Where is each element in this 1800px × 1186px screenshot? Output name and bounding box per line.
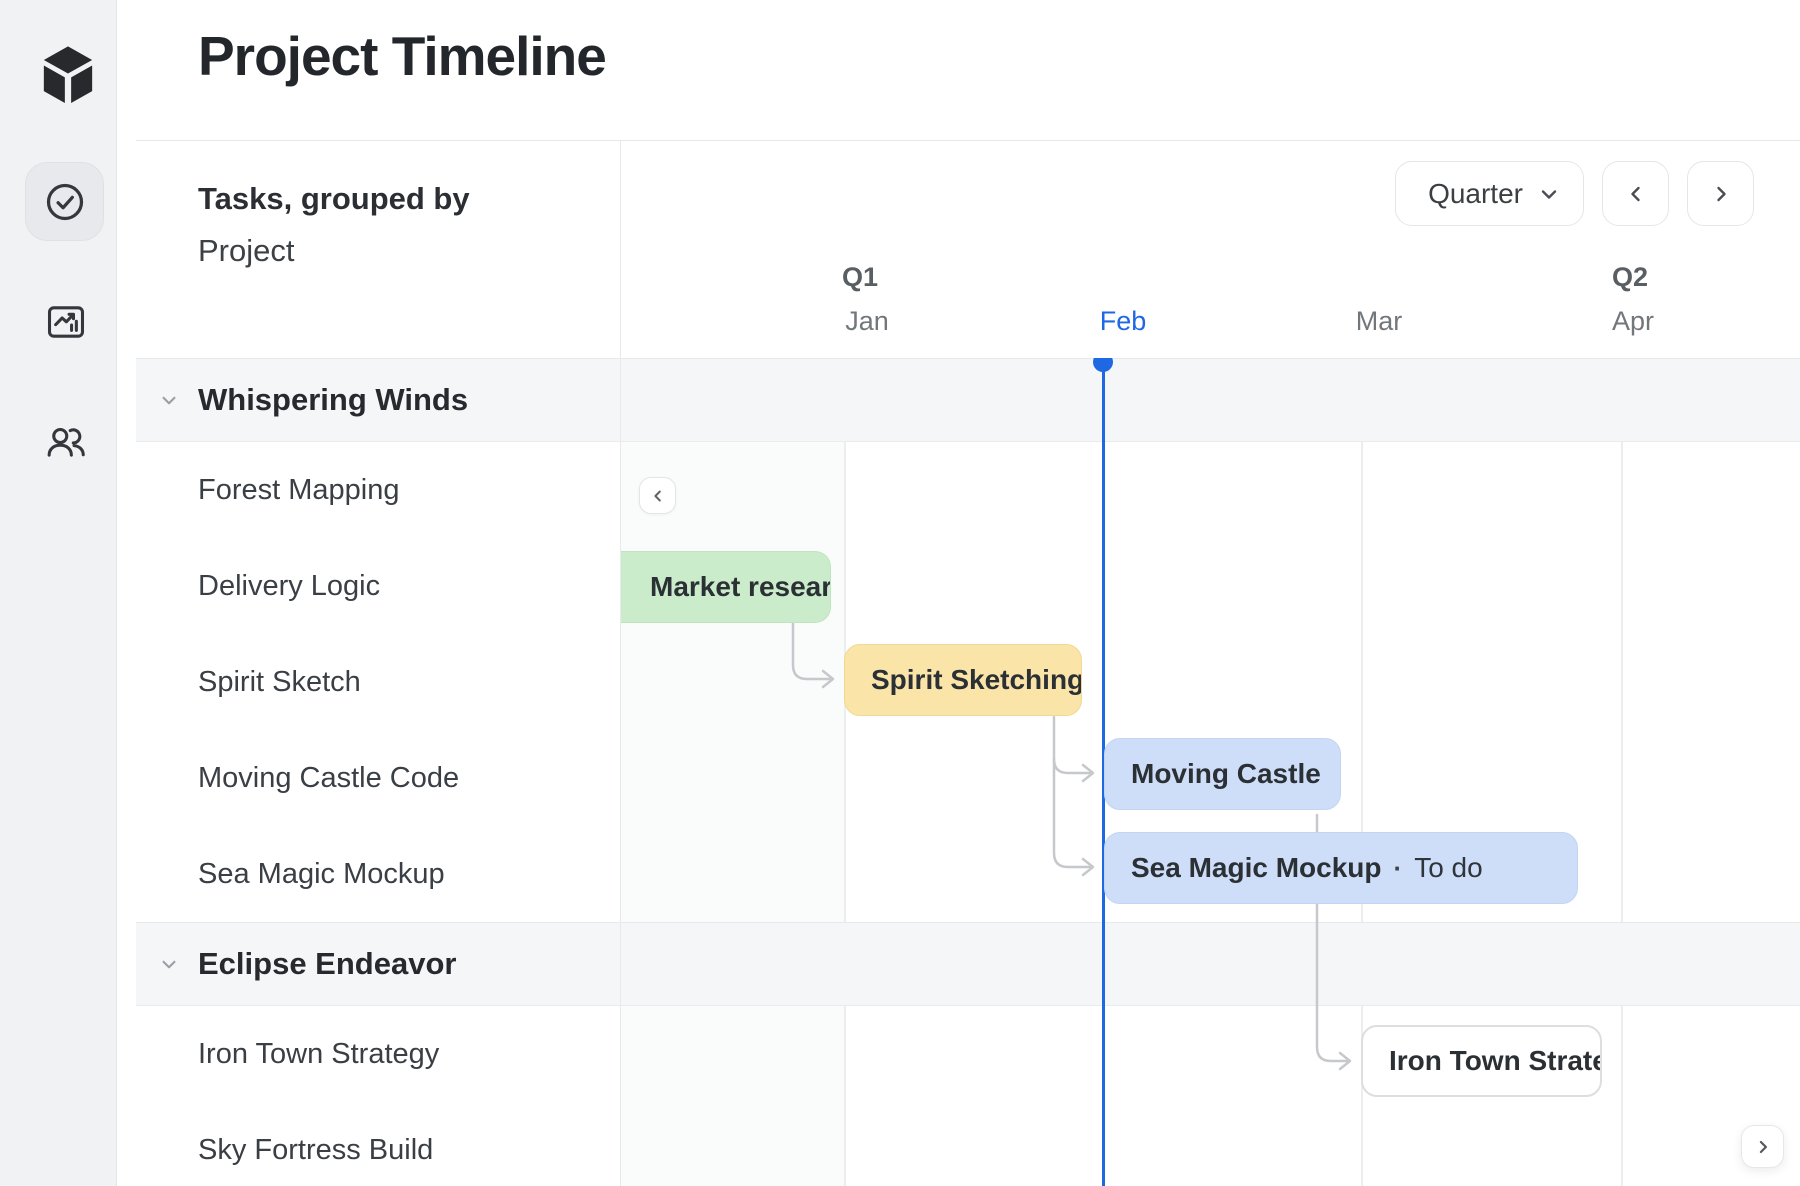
timeline-widget: Tasks, grouped by Project Quarter (136, 140, 1800, 1186)
chevron-right-icon (1709, 182, 1733, 206)
month-label: Feb (1100, 306, 1147, 337)
dependency-line (1054, 759, 1090, 867)
check-circle-icon (42, 179, 88, 225)
quarter-label: Q1 (842, 262, 878, 293)
bar-label: Iron Town Strategy (1389, 1045, 1602, 1077)
bar-label: Market research (650, 571, 831, 603)
range-select-label: Quarter (1428, 178, 1523, 210)
page-title: Project Timeline (198, 24, 606, 88)
panel-chart-divider (620, 141, 621, 1186)
month-label: Mar (1356, 306, 1403, 337)
scroll-right-button[interactable] (1741, 1125, 1784, 1168)
timeline-bar[interactable]: Spirit Sketching (844, 644, 1082, 716)
timeline-bar[interactable]: Iron Town Strategy (1361, 1025, 1602, 1097)
bar-label: Spirit Sketching (871, 664, 1082, 696)
month-label: Apr (1612, 306, 1654, 337)
sidebar-item-team[interactable] (42, 417, 90, 465)
timeline-toolbar: Quarter (1395, 161, 1754, 226)
sidebar-item-tasks[interactable] (25, 162, 104, 241)
grouping-label: Tasks, grouped by Project (198, 173, 470, 277)
timeline-bar[interactable]: Sea Magic Mockup · To do (1104, 832, 1578, 904)
bar-status-separator: · (1394, 853, 1403, 884)
range-select[interactable]: Quarter (1395, 161, 1584, 226)
chart-icon (43, 299, 89, 345)
chevron-right-icon (1753, 1137, 1773, 1157)
timeline-bar[interactable]: Moving Castle (1104, 738, 1341, 810)
timeline-bar[interactable]: Market research (620, 551, 831, 623)
sidebar (0, 0, 117, 1186)
people-icon (43, 418, 89, 464)
sidebar-item-reports[interactable] (42, 298, 90, 346)
bar-label: Sea Magic Mockup (1131, 852, 1382, 884)
chevron-down-icon (1537, 182, 1561, 206)
gantt-chart: Whispering WindsForest MappingDelivery L… (136, 358, 1800, 1186)
app-logo-icon[interactable] (39, 44, 97, 106)
month-label: Jan (845, 306, 889, 337)
grouping-label-rest: Project (198, 233, 294, 268)
dependency-line (1054, 717, 1090, 773)
prev-period-button[interactable] (1602, 161, 1669, 226)
app-window: Project Timeline Tasks, grouped by Proje… (0, 0, 1800, 1186)
grouping-label-bold: Tasks, grouped by (198, 173, 470, 225)
quarter-label: Q2 (1612, 262, 1648, 293)
next-period-button[interactable] (1687, 161, 1754, 226)
chevron-left-icon (649, 487, 667, 505)
bar-status: To do (1414, 852, 1483, 884)
chevron-left-icon (1624, 182, 1648, 206)
scroll-to-bar-left-button[interactable] (639, 477, 676, 514)
bar-label: Moving Castle (1131, 758, 1321, 790)
timeline-header: Tasks, grouped by Project Quarter (136, 141, 1800, 358)
